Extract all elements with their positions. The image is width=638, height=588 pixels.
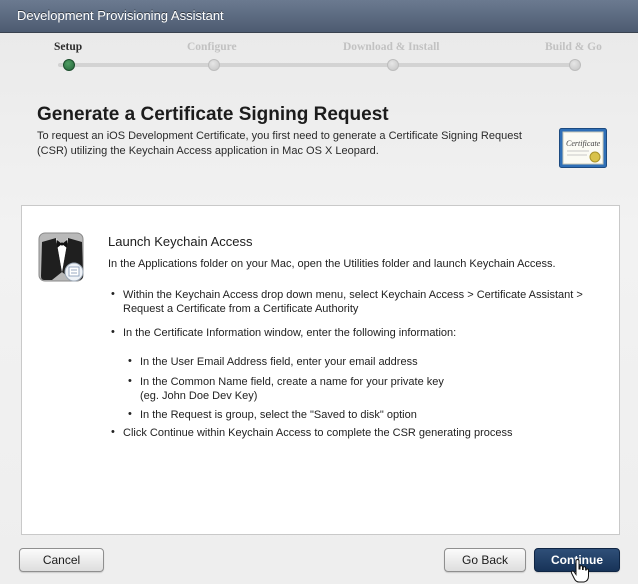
step-label-setup: Setup (54, 41, 83, 53)
hand-cursor-icon (570, 558, 590, 583)
step-label-download-install: Download & Install (343, 41, 440, 53)
panel-title: Launch Keychain Access (108, 234, 253, 249)
bullet-2: In the Certificate Information window, e… (123, 327, 457, 339)
bullet-icon: • (111, 326, 115, 338)
bullet-3: Click Continue within Keychain Access to… (123, 427, 513, 439)
sub-bullet-1: In the User Email Address field, enter y… (140, 356, 418, 368)
instructions-panel: Launch Keychain Access In the Applicatio… (21, 205, 620, 535)
step-label-build-go: Build & Go (545, 41, 602, 53)
window-title: Development Provisioning Assistant (17, 8, 224, 23)
step-progress: Setup Configure Download & Install Build… (0, 33, 638, 83)
step-dot-setup (63, 59, 75, 71)
panel-description: In the Applications folder on your Mac, … (108, 258, 556, 270)
sub-bullet-icon: • (128, 355, 132, 367)
bullet-1: Within the Keychain Access drop down men… (123, 288, 583, 316)
intro-text: To request an iOS Development Certificat… (37, 129, 537, 159)
sub-bullet-icon: • (128, 375, 132, 387)
sub-bullet-2-line-2: (eg. John Doe Dev Key) (140, 390, 258, 402)
step-dot-download-install (387, 59, 399, 71)
assistant-window: Development Provisioning Assistant Setup… (0, 0, 638, 584)
bullet-icon: • (111, 288, 115, 300)
cancel-button[interactable]: Cancel (19, 548, 104, 572)
bullet-icon: • (111, 426, 115, 438)
sub-bullet-2-line-1: In the Common Name field, create a name … (140, 376, 444, 388)
bullet-1-line-1: Within the Keychain Access drop down men… (123, 289, 583, 301)
step-label-configure: Configure (187, 41, 237, 53)
certificate-icon: Certificate (559, 128, 607, 168)
step-track (58, 63, 578, 67)
intro-line-1: To request an iOS Development Certificat… (37, 130, 522, 142)
intro-line-2: (CSR) utilizing the Keychain Access appl… (37, 145, 379, 157)
page-title: Generate a Certificate Signing Request (37, 104, 389, 125)
keychain-access-icon (38, 232, 86, 284)
certificate-icon-text: Certificate (566, 139, 601, 148)
sub-bullet-3: In the Request is group, select the "Sav… (140, 409, 417, 421)
title-bar[interactable]: Development Provisioning Assistant (0, 0, 638, 33)
bullet-1-line-2: Request a Certificate from a Certificate… (123, 303, 359, 315)
sub-bullet-icon: • (128, 408, 132, 420)
step-dot-build-go (569, 59, 581, 71)
step-dot-configure (208, 59, 220, 71)
go-back-button[interactable]: Go Back (444, 548, 526, 572)
sub-bullet-2: In the Common Name field, create a name … (140, 375, 444, 403)
